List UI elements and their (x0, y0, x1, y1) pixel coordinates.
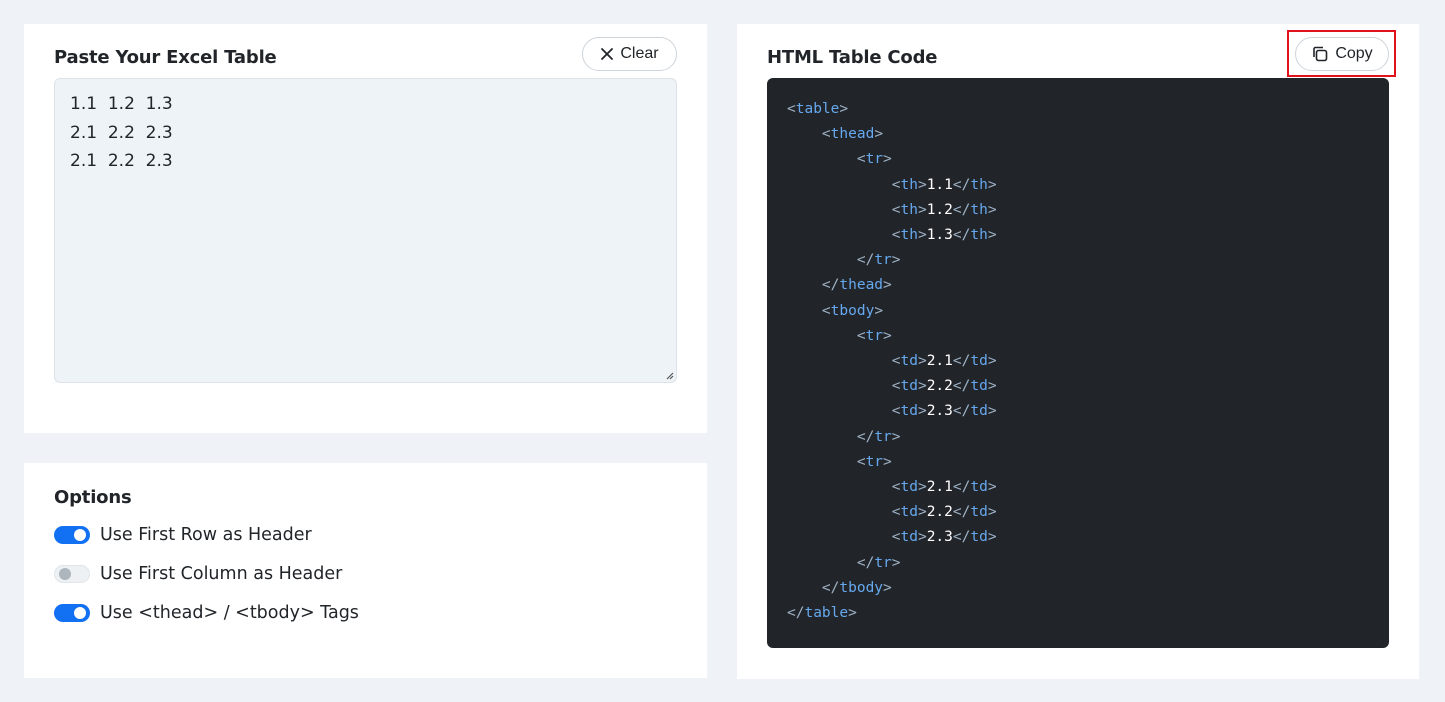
code-line: <tr> (856, 327, 892, 344)
option-thead-tbody-tags[interactable]: Use <thead> / <tbody> Tags (54, 603, 359, 623)
clear-button-label: Clear (620, 45, 659, 62)
code-cell-value: 1.1 (926, 176, 953, 193)
code-cell-value: 2.1 (926, 479, 953, 496)
code-cell-value: 2.2 (926, 378, 953, 395)
option-first-column-header[interactable]: Use First Column as Header (54, 564, 342, 584)
option-label: Use <thead> / <tbody> Tags (100, 603, 359, 623)
clear-button[interactable]: Clear (582, 37, 677, 71)
code-line: <tr> (856, 453, 892, 470)
code-cell-value: 1.3 (926, 227, 953, 244)
copy-icon (1313, 46, 1328, 62)
html-code-block: <table> <thead> <tr> <th>1.1</th> <th>1.… (767, 78, 1389, 648)
option-label: Use First Row as Header (100, 525, 312, 545)
code-line: <th>1.2</th> (891, 201, 997, 218)
code-line: <tr> (856, 151, 892, 168)
code-cell-value: 2.3 (926, 529, 953, 546)
code-line: </tr> (856, 428, 901, 445)
code-line: <td>2.1</td> (891, 479, 997, 496)
code-line: <td>2.3</td> (891, 403, 997, 420)
toggle-switch[interactable] (54, 604, 90, 622)
paste-textarea[interactable]: 1.1 1.2 1.3 2.1 2.2 2.3 2.1 2.2 2.3 (54, 78, 677, 383)
code-line: <th>1.1</th> (891, 176, 997, 193)
options-panel: Options Use First Row as Header Use Firs… (24, 463, 707, 678)
paste-panel: Paste Your Excel Table Clear 1.1 1.2 1.3… (24, 24, 707, 433)
close-icon (601, 48, 614, 60)
code-line: <td>2.3</td> (891, 529, 997, 546)
paste-row: 2.1 2.2 2.3 (70, 151, 173, 171)
toggle-switch[interactable] (54, 526, 90, 544)
code-line: <table> (787, 101, 849, 117)
copy-button[interactable]: Copy (1295, 37, 1389, 71)
options-panel-title: Options (54, 487, 132, 508)
code-line: <td>2.2</td> (891, 504, 997, 521)
code-line: </tbody> (821, 579, 892, 596)
toggle-switch[interactable] (54, 565, 90, 583)
output-panel: HTML Table Code Copy <table> <thead> <tr… (737, 24, 1419, 679)
code-cell-value: 2.1 (926, 353, 953, 370)
toggle-knob (74, 529, 86, 541)
paste-row: 1.1 1.2 1.3 (70, 94, 173, 114)
option-label: Use First Column as Header (100, 564, 343, 584)
option-first-row-header[interactable]: Use First Row as Header (54, 525, 312, 545)
code-line: <thead> (821, 126, 884, 143)
code-cell-value: 1.2 (926, 201, 953, 218)
code-line: <td>2.1</td> (891, 353, 997, 370)
paste-row: 2.1 2.2 2.3 (70, 122, 173, 143)
resize-grip-icon[interactable] (664, 370, 674, 380)
code-line: <th>1.3</th> (891, 227, 997, 244)
toggle-knob (59, 568, 71, 580)
code-line: </tr> (856, 252, 901, 269)
paste-panel-title: Paste Your Excel Table (54, 47, 277, 68)
code-line: <tbody> (821, 302, 884, 319)
code-line: <td>2.2</td> (891, 378, 997, 395)
output-panel-title: HTML Table Code (767, 47, 938, 68)
code-cell-value: 2.3 (926, 403, 953, 420)
code-line: </table> (787, 605, 857, 622)
toggle-knob (74, 607, 86, 619)
code-line: </thead> (821, 277, 892, 294)
code-line: </tr> (856, 554, 901, 571)
code-cell-value: 2.2 (926, 504, 953, 521)
copy-button-label: Copy (1335, 45, 1373, 62)
